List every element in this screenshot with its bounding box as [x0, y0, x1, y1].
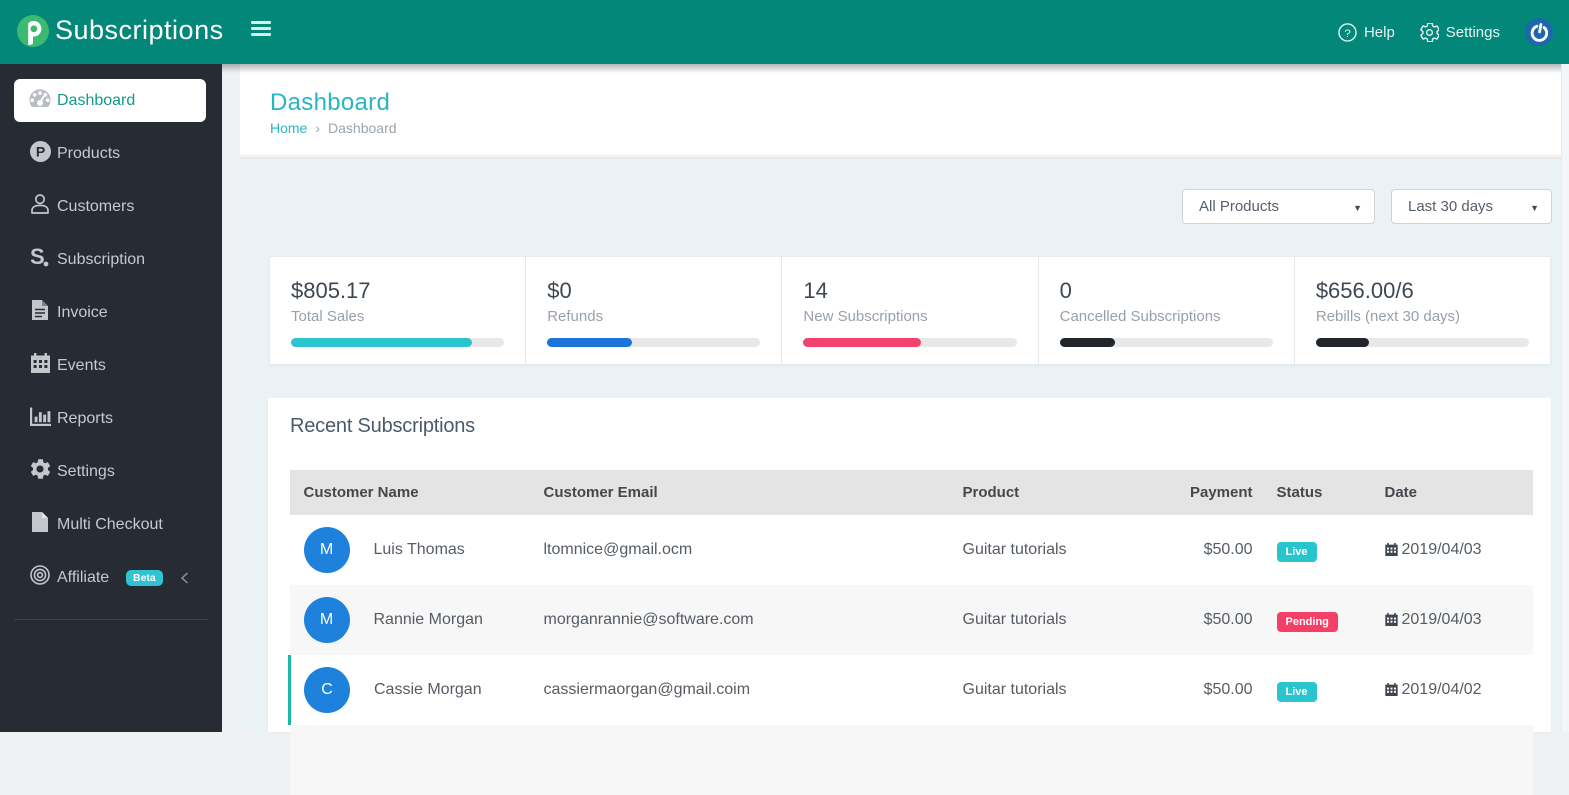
- svg-text:P: P: [35, 143, 44, 159]
- svg-text:S: S: [31, 246, 45, 268]
- svg-text:?: ?: [1344, 27, 1350, 39]
